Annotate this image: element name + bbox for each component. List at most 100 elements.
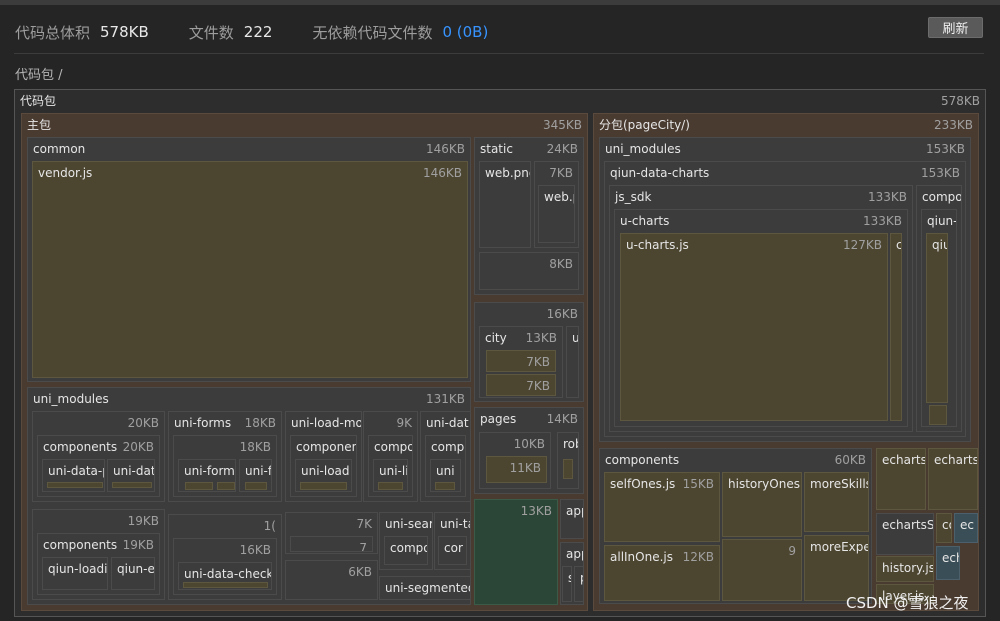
- node-name: components: [43, 440, 118, 454]
- treemap-mini-block[interactable]: [245, 482, 267, 490]
- treemap-mini-block[interactable]: [929, 405, 947, 425]
- node-header: history.js: [877, 557, 933, 579]
- node-name: uni-load: [301, 464, 350, 478]
- node-name: uni-data-p: [48, 464, 104, 478]
- treemap-mini-block[interactable]: [217, 482, 235, 490]
- node-name: qiun-e: [117, 562, 154, 576]
- treemap-mini-block[interactable]: [563, 459, 573, 479]
- node-header: 20KB components: [38, 436, 159, 458]
- breadcrumb[interactable]: 代码包 /: [15, 64, 63, 83]
- node-name: app: [566, 547, 583, 561]
- treemap-node-web-js[interactable]: 11KBweb.js: [486, 456, 547, 483]
- treemap-node-allinone[interactable]: 12KB allInOne.js: [604, 545, 720, 601]
- treemap-node-echartsl[interactable]: echartsl: [876, 448, 926, 510]
- node-header: 7Kuni-notice-bar: [286, 513, 377, 535]
- treemap-mini-block[interactable]: [435, 482, 455, 490]
- node-header: app: [561, 500, 583, 522]
- node-header: 133KB u-charts: [615, 210, 907, 232]
- treemap-node-ech[interactable]: ech: [936, 546, 960, 580]
- node-name: js_sdk: [615, 190, 652, 204]
- node-name: echarts: [934, 453, 977, 467]
- node-name: uni_modules: [33, 392, 109, 406]
- treemap-node-historyones[interactable]: historyOnes.js: [722, 472, 802, 537]
- node-header: 13KB city: [480, 327, 562, 349]
- node-name: u-charts: [620, 214, 670, 228]
- node-name: uni-forms: [174, 416, 232, 430]
- node-name: echartsSe: [882, 518, 933, 532]
- stat-label: 文件数: [188, 23, 234, 42]
- treemap-node-search-comp[interactable]: compo: [384, 536, 428, 565]
- treemap-node-collapse[interactable]: 6KBuni-collapse: [285, 560, 378, 600]
- treemap-node-app2-p[interactable]: p: [574, 566, 584, 602]
- node-name: compo: [374, 440, 412, 454]
- node-size: 146KB: [422, 166, 462, 180]
- node-header: p: [575, 567, 583, 589]
- treemap-node-app-wxss[interactable]: 13KBapp.wxss: [474, 499, 558, 605]
- treemap-mini-block[interactable]: [378, 482, 403, 490]
- treemap-node-co[interactable]: co: [936, 513, 952, 543]
- node-header: 345KB 主包: [22, 114, 587, 136]
- treemap-node-uta-comp[interactable]: cor: [438, 536, 467, 565]
- treemap-node-echartsse[interactable]: echartsSe: [876, 513, 934, 555]
- treemap-node-sub-compo-q2[interactable]: qiu: [926, 233, 948, 403]
- treemap-node-web-p2[interactable]: web.p: [538, 185, 575, 243]
- treemap-node-segmented[interactable]: uni-segmented: [379, 576, 471, 600]
- node-name: qiun-data-charts: [610, 166, 710, 180]
- treemap-node-selfones[interactable]: 15KB selfOnes.js: [604, 472, 720, 542]
- treemap-node-noticebar-comp[interactable]: 7components: [290, 536, 373, 552]
- treemap-node-echarts-png[interactable]: 8KBecharts.png: [479, 252, 579, 290]
- treemap-node-moreones[interactable]: 9moreOnes.js: [722, 539, 802, 601]
- node-name: 分包(pageCity/): [599, 118, 690, 132]
- treemap-mini-block[interactable]: [185, 482, 213, 490]
- treemap-node-echarts2[interactable]: echarts: [928, 448, 978, 510]
- treemap-node-ec[interactable]: ec: [954, 513, 978, 543]
- node-name: uni_modules: [605, 142, 681, 156]
- node-name: uni-ta: [440, 517, 470, 531]
- node-name: uni-sear: [385, 517, 432, 531]
- node-header: qiun-e: [112, 558, 154, 580]
- treemap-mini-block[interactable]: [112, 482, 152, 488]
- treemap-node-allcity[interactable]: 7KBallCity.js: [486, 350, 556, 372]
- node-name: s: [568, 567, 571, 589]
- node-size: 13KB: [520, 504, 552, 518]
- node-size: 7: [359, 541, 367, 552]
- treemap-node-app2-s[interactable]: s: [562, 566, 572, 602]
- treemap-node-qdc-main-b[interactable]: qiun-e: [111, 557, 155, 590]
- node-header: 11KBweb.js: [487, 457, 546, 479]
- treemap-node-moreskills[interactable]: moreSkills.j: [804, 472, 869, 532]
- treemap-node-ucharts-c[interactable]: c: [890, 233, 902, 421]
- node-name: qiun-loadin: [48, 562, 107, 576]
- node-header: 7components: [291, 537, 372, 552]
- treemap-node-qdc-main-a[interactable]: qiun-loadin: [42, 557, 108, 590]
- node-name: u-charts.js: [626, 238, 689, 252]
- node-header: 1(uni-data-checkbox: [169, 515, 281, 537]
- node-header: 153KB qiun-data-charts: [605, 162, 965, 184]
- treemap-node-vendor[interactable]: 146KB vendor.js: [32, 161, 468, 378]
- node-header: 131KB uni_modules: [28, 388, 470, 410]
- node-name: uni-segmented: [385, 581, 470, 595]
- node-header: uni-segmented: [380, 577, 470, 599]
- treemap-node-boss[interactable]: 7KBboss.js: [486, 374, 556, 396]
- node-header: ec: [955, 514, 977, 536]
- treemap-mini-block[interactable]: [47, 482, 103, 488]
- node-name: static: [480, 142, 513, 156]
- node-size: 9: [788, 544, 796, 558]
- treemap-node-ucharts-js[interactable]: 127KB u-charts.js: [620, 233, 888, 421]
- node-name: selfOnes.js: [610, 477, 676, 491]
- node-name: qiun-: [927, 214, 956, 228]
- node-header: compo: [917, 186, 961, 208]
- refresh-button[interactable]: 刷新: [928, 17, 983, 38]
- unused-files-link[interactable]: 0 (0B): [442, 23, 488, 41]
- node-header: 18KBcomponents: [174, 436, 276, 458]
- node-header: uni-sear: [380, 513, 432, 535]
- stat-file-count: 文件数 222: [189, 22, 273, 43]
- treemap-node-history-js[interactable]: history.js: [876, 556, 934, 582]
- treemap-mini-block[interactable]: [183, 582, 268, 588]
- treemap-node-app1[interactable]: app: [560, 499, 584, 539]
- node-size: 9K: [396, 416, 412, 430]
- treemap-node-city-u[interactable]: u: [566, 326, 579, 398]
- node-name: componen: [296, 440, 356, 454]
- treemap-mini-block[interactable]: [300, 482, 347, 490]
- node-header: 16KBcomponents: [475, 303, 583, 325]
- treemap-node-web-png[interactable]: web.png: [479, 161, 531, 248]
